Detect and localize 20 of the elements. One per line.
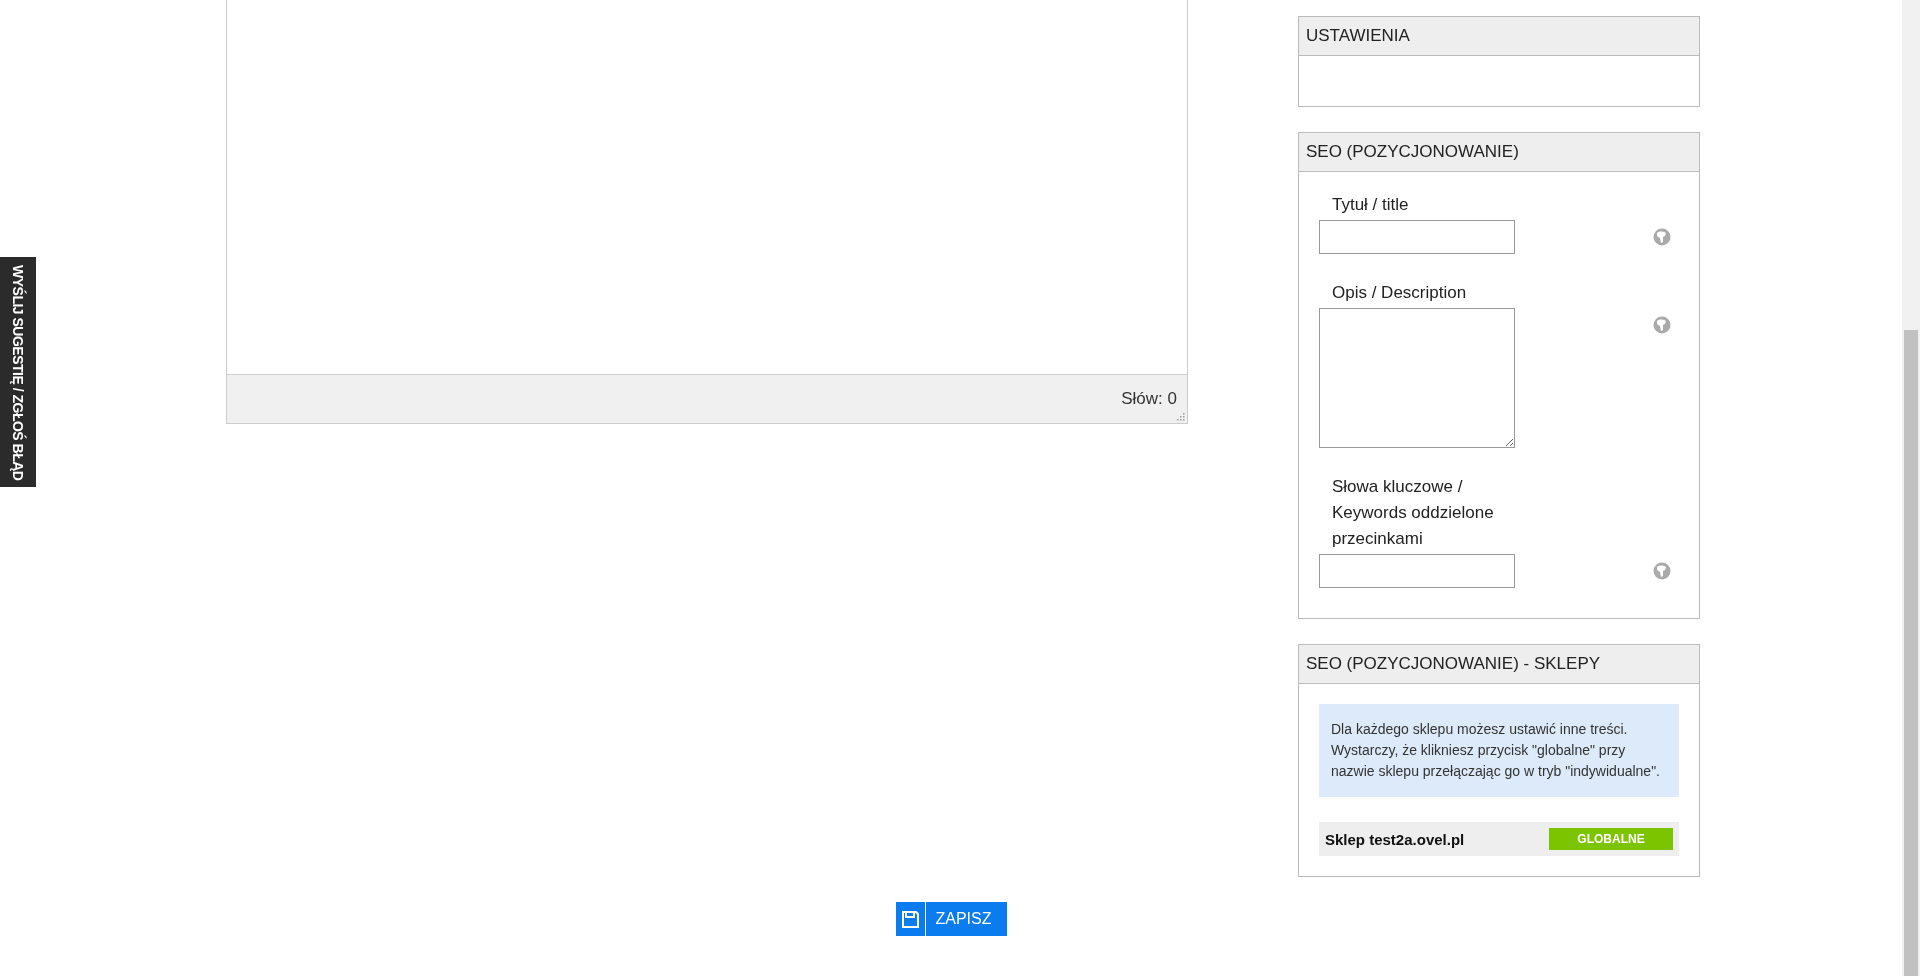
textarea-field[interactable] <box>1319 308 1515 448</box>
panel-title: SEO (POZYCJONOWANIE) <box>1299 133 1699 172</box>
panel-title: SEO (POZYCJONOWANIE) - SKLEPY <box>1299 645 1699 684</box>
scrollbar[interactable] <box>1902 0 1920 976</box>
globe-icon <box>1653 562 1671 580</box>
word-count: Słów: 0 <box>1121 389 1177 409</box>
info-note: Dla każdego sklepu możesz ustawić inne treści. Wystarczy, że klikniesz przycisk "globalne" przy nazwie sklepu przełączając go w tryb "indywidualne". <box>1319 704 1679 797</box>
field-label: Opis / Description <box>1331 282 1468 304</box>
field-label: Tytuł / title <box>1331 194 1410 216</box>
feedback-tab[interactable]: WYŚLIJ SUGESTIĘ / ZGŁOŚ BŁĄD <box>0 257 36 487</box>
globe-icon <box>1653 316 1671 334</box>
save-button[interactable]: ZAPISZ <box>895 902 1007 936</box>
resize-grip-icon[interactable] <box>1176 412 1185 421</box>
globe-icon <box>1653 228 1671 246</box>
input-field[interactable] <box>1319 220 1515 254</box>
panel-title: USTAWIENIA <box>1299 17 1699 56</box>
input-field[interactable] <box>1319 554 1515 588</box>
shop-name: Sklep test2a.ovel.pl <box>1325 830 1465 848</box>
field-label: Słowa kluczowe / Keywords oddzielone przecinkami <box>1331 476 1495 550</box>
text-editor[interactable]: Słów: 0 <box>226 0 1188 424</box>
